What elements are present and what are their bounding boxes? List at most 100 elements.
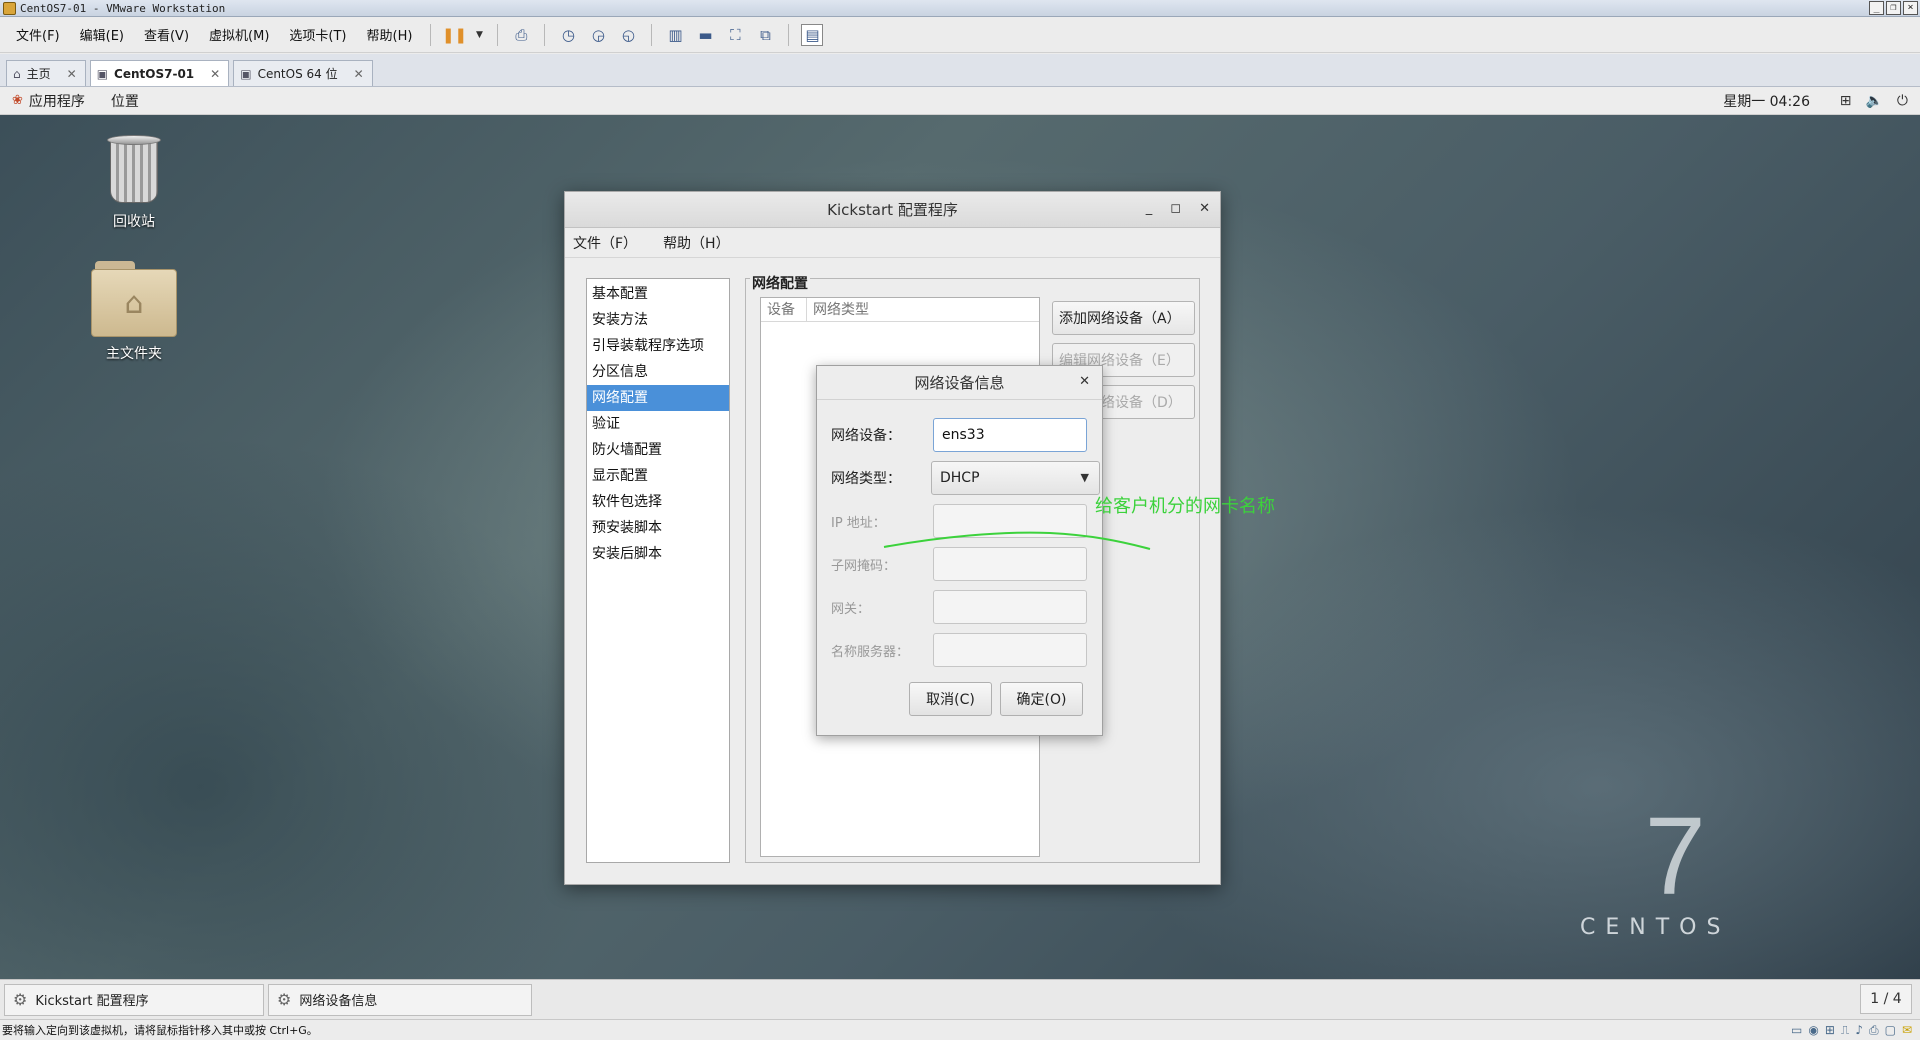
- close-icon[interactable]: ✕: [67, 67, 77, 81]
- close-icon[interactable]: ✕: [1079, 374, 1090, 389]
- snapshot-manager-icon[interactable]: ◵: [617, 24, 639, 46]
- toolbar-separator: [430, 23, 432, 46]
- menu-edit[interactable]: 编辑(E): [70, 25, 134, 44]
- sidebar-item-bootloader[interactable]: 引导装载程序选项: [587, 333, 729, 359]
- cancel-button[interactable]: 取消(C): [909, 682, 992, 716]
- column-header-type[interactable]: 网络类型: [807, 298, 1039, 321]
- annotation-underline: [883, 531, 1151, 550]
- minimize-icon[interactable]: _: [1869, 1, 1884, 15]
- clock[interactable]: 星期一 04:26: [1723, 91, 1810, 111]
- window-title: CentOS7-01 - VMware Workstation: [20, 1, 226, 15]
- menu-file[interactable]: 文件(F): [6, 25, 70, 44]
- menu-file[interactable]: 文件（F）: [573, 233, 637, 253]
- fullscreen-icon[interactable]: ⛶: [724, 24, 746, 46]
- desktop-home-folder[interactable]: ⌂ 主文件夹: [74, 257, 194, 363]
- sidebar-item-post-script[interactable]: 安装后脚本: [587, 541, 729, 567]
- vmware-tabbar: ⌂ 主页 ✕ ▣ CentOS7-01 ✕ ▣ CentOS 64 位 ✕: [0, 54, 1920, 87]
- menu-tabs[interactable]: 选项卡(T): [279, 25, 356, 44]
- add-network-device-button[interactable]: 添加网络设备（A）: [1052, 301, 1195, 335]
- applications-label: 应用程序: [28, 93, 85, 110]
- sidebar-item-basic[interactable]: 基本配置: [587, 281, 729, 307]
- kickstart-title: Kickstart 配置程序: [827, 201, 958, 219]
- close-icon[interactable]: ×: [1903, 1, 1918, 15]
- minimize-icon[interactable]: _: [1146, 201, 1153, 216]
- menu-help[interactable]: 帮助(H): [357, 25, 423, 44]
- vmware-statusbar: 要将输入定向到该虚拟机，请将鼠标指针移入其中或按 Ctrl+G。 ▭ ◉ ⊞ ⎍…: [0, 1019, 1920, 1040]
- dialog-titlebar[interactable]: 网络设备信息 ✕: [817, 366, 1102, 400]
- usb-icon[interactable]: ⎍: [1841, 1023, 1849, 1038]
- tab-label: CentOS 64 位: [257, 67, 338, 81]
- maximize-icon[interactable]: ◻: [1170, 201, 1181, 216]
- menu-vm[interactable]: 虚拟机(M): [199, 25, 279, 44]
- restore-icon[interactable]: ❐: [1886, 1, 1901, 15]
- task-item-kickstart[interactable]: ⚙ Kickstart 配置程序: [4, 983, 264, 1016]
- sidebar-item-firewall[interactable]: 防火墙配置: [587, 437, 729, 463]
- dns-label: 名称服务器：: [831, 644, 910, 660]
- places-menu[interactable]: 位置: [111, 91, 139, 111]
- tab-centos7-01[interactable]: ▣ CentOS7-01 ✕: [89, 60, 230, 86]
- gnome-foot-icon: ❀: [12, 93, 23, 108]
- kickstart-titlebar[interactable]: Kickstart 配置程序 _ ◻ ✕: [565, 192, 1220, 228]
- network-icon[interactable]: ⊞: [1840, 93, 1852, 109]
- sidebar-item-network[interactable]: 网络配置: [587, 385, 729, 411]
- pause-icon[interactable]: ❚❚: [442, 24, 467, 46]
- tab-home[interactable]: ⌂ 主页 ✕: [6, 60, 86, 86]
- snapshot-icon[interactable]: ◷: [557, 24, 579, 46]
- display-icon[interactable]: ▢: [1885, 1023, 1896, 1038]
- centos-watermark: 7 CENTOS: [1580, 802, 1731, 941]
- task-label: 网络设备信息: [299, 994, 378, 1009]
- menu-help[interactable]: 帮助（H）: [663, 233, 730, 253]
- sound-icon[interactable]: ♪: [1855, 1023, 1863, 1038]
- desktop-icon-label: 回收站: [113, 214, 155, 230]
- network-adapter-icon[interactable]: ⊞: [1825, 1023, 1835, 1038]
- power-icon[interactable]: ⏻: [1897, 93, 1908, 109]
- volume-icon[interactable]: 🔈: [1865, 93, 1882, 109]
- guest-screen[interactable]: ❀ 应用程序 位置 星期一 04:26 ⊞ 🔈 ⏻ 回收站 ⌂ 主文件夹 7 C…: [0, 87, 1920, 1019]
- centos-wordmark: CENTOS: [1580, 915, 1731, 940]
- panel-title: 网络配置: [750, 273, 810, 293]
- send-ctrl-alt-del-icon[interactable]: ⎙: [510, 24, 532, 46]
- type-label: 网络类型：: [831, 471, 901, 487]
- printer-icon[interactable]: ⎙: [1869, 1023, 1879, 1038]
- menu-view[interactable]: 查看(V): [134, 25, 199, 44]
- network-type-select[interactable]: DHCP ▼: [931, 461, 1100, 495]
- sidebar-item-auth[interactable]: 验证: [587, 411, 729, 437]
- sidebar-item-display[interactable]: 显示配置: [587, 463, 729, 489]
- desktop-icon-label: 主文件夹: [106, 346, 162, 362]
- applications-menu[interactable]: ❀ 应用程序: [12, 91, 85, 111]
- close-icon[interactable]: ✕: [354, 67, 364, 81]
- sidebar-item-partition[interactable]: 分区信息: [587, 359, 729, 385]
- cdrom-icon[interactable]: ◉: [1808, 1023, 1818, 1038]
- toolbar-separator: [544, 23, 546, 46]
- sidebar-item-packages[interactable]: 软件包选择: [587, 489, 729, 515]
- close-icon[interactable]: ✕: [1199, 201, 1210, 216]
- guest-taskbar: ⚙ Kickstart 配置程序 ⚙ 网络设备信息 1 / 4: [0, 979, 1920, 1019]
- message-icon[interactable]: ✉: [1902, 1023, 1912, 1038]
- library-view-icon[interactable]: ▥: [664, 24, 686, 46]
- system-tray[interactable]: ⊞ 🔈 ⏻: [1840, 93, 1908, 109]
- ok-button[interactable]: 确定(O): [1000, 682, 1083, 716]
- dropdown-chevron-icon[interactable]: ▼: [473, 24, 485, 46]
- gateway-input[interactable]: [933, 590, 1087, 624]
- task-item-network-dialog[interactable]: ⚙ 网络设备信息: [268, 983, 532, 1016]
- hdd-icon[interactable]: ▭: [1791, 1023, 1802, 1038]
- sidebar-item-pre-script[interactable]: 预安装脚本: [587, 515, 729, 541]
- window-controls: _ ❐ ×: [1869, 1, 1918, 15]
- kickstart-window-controls: _ ◻ ✕: [1146, 201, 1210, 216]
- tab-centos-64[interactable]: ▣ CentOS 64 位 ✕: [233, 60, 373, 86]
- column-header-device[interactable]: 设备: [761, 298, 807, 321]
- thumbnail-view-icon[interactable]: ▤: [801, 23, 824, 46]
- tab-label: 主页: [26, 67, 51, 81]
- desktop-trash[interactable]: 回收站: [74, 135, 194, 231]
- kickstart-app-icon: ⚙: [277, 990, 292, 1009]
- unity-icon[interactable]: ⧉: [754, 24, 776, 46]
- close-icon[interactable]: ✕: [210, 67, 220, 81]
- device-input[interactable]: ens33: [933, 418, 1087, 452]
- console-view-icon[interactable]: ▬: [694, 24, 716, 46]
- toolbar-separator: [497, 23, 499, 46]
- workspace-pager[interactable]: 1 / 4: [1860, 984, 1912, 1014]
- kickstart-app-icon: ⚙: [13, 990, 28, 1009]
- sidebar-item-install-method[interactable]: 安装方法: [587, 307, 729, 333]
- revert-snapshot-icon[interactable]: ◶: [587, 24, 609, 46]
- dns-input[interactable]: [933, 633, 1087, 667]
